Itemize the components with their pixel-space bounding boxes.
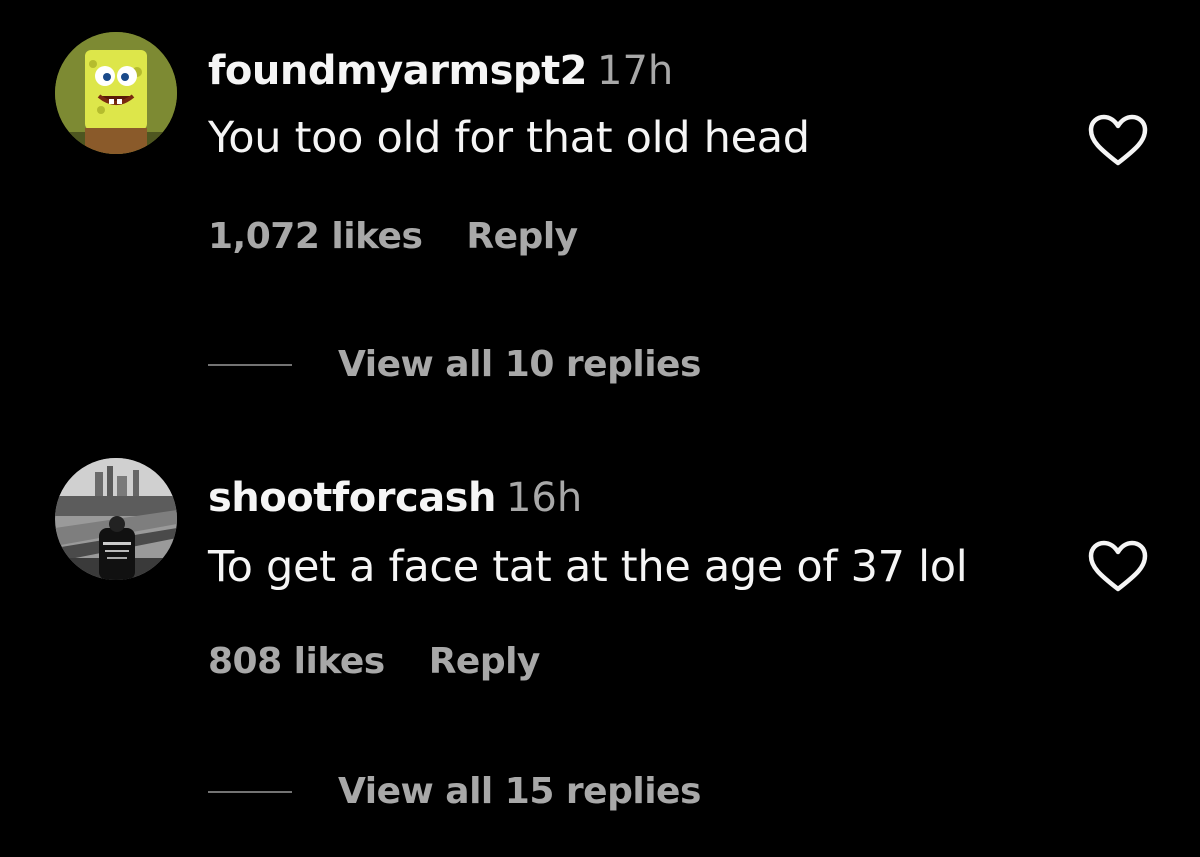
view-replies-button[interactable]: View all 10 replies (208, 343, 701, 387)
comment-text: You too old for that old head (208, 113, 810, 163)
heart-outline-icon[interactable] (1086, 113, 1150, 169)
comment-text: To get a face tat at the age of 37 lol (208, 542, 968, 592)
reply-button[interactable]: Reply (429, 641, 541, 682)
comment-meta: 1,072 likes Reply (208, 215, 578, 259)
replies-divider-line (208, 791, 292, 793)
avatar[interactable] (55, 32, 177, 154)
comment-header: shootforcash 16h (208, 474, 582, 522)
city-photo-avatar-image (55, 458, 177, 580)
likes-count[interactable]: 808 likes (208, 641, 385, 682)
username-link[interactable]: foundmyarmspt2 (208, 48, 588, 94)
replies-divider-line (208, 364, 292, 366)
comment-item: shootforcash 16h To get a face tat at the… (0, 420, 1200, 857)
username-link[interactable]: shootforcash (208, 475, 496, 521)
comment-timestamp: 17h (597, 48, 674, 94)
comment-timestamp: 16h (505, 475, 583, 521)
comment-header: foundmyarmspt2 17h (208, 47, 673, 95)
comment-item: foundmyarmspt2 17h You too old for that o… (0, 0, 1200, 420)
view-replies-label: View all 10 replies (338, 344, 701, 385)
view-replies-button[interactable]: View all 15 replies (208, 770, 701, 814)
comment-meta: 808 likes Reply (208, 640, 540, 684)
heart-outline-icon[interactable] (1086, 539, 1150, 595)
likes-count[interactable]: 1,072 likes (208, 216, 423, 257)
avatar[interactable] (55, 458, 177, 580)
reply-button[interactable]: Reply (466, 216, 578, 257)
view-replies-label: View all 15 replies (338, 771, 701, 812)
spongebob-avatar-image (55, 32, 177, 154)
